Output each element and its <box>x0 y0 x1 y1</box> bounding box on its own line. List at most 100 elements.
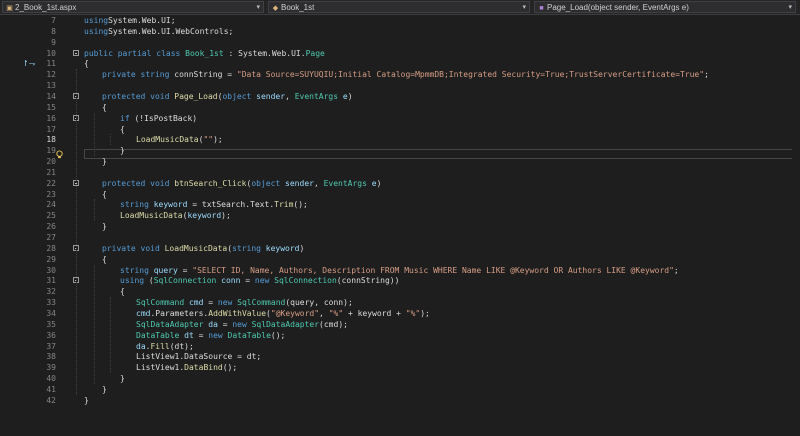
code-token: { <box>84 59 89 69</box>
code-token: = <box>217 319 233 329</box>
code-token: new <box>254 276 270 286</box>
line-number: 32 <box>46 287 56 297</box>
code-line[interactable]: protected void btnSearch_Click(object se… <box>102 178 381 189</box>
indent-guide <box>110 297 111 374</box>
line-number: 41 <box>46 384 56 394</box>
code-token: "@Keyword" <box>270 308 320 318</box>
code-token: string <box>232 243 261 253</box>
code-token: cmd <box>136 308 151 318</box>
indent-guide <box>94 112 95 157</box>
lightbulb-icon[interactable] <box>55 150 64 159</box>
code-editor[interactable]: ↾⇁ 7 8 9 10 11 12 13 14 15 16 17 18 19 20 21 22 23 24 25 26… <box>0 15 800 436</box>
line-number: 30 <box>46 265 56 275</box>
line-number: 10 <box>46 48 56 58</box>
code-token: object <box>251 178 281 188</box>
code-line[interactable]: usingSystem.Web.UI; <box>84 15 176 26</box>
code-token: } <box>102 157 107 167</box>
code-line[interactable]: cmd.Parameters.AddWithValue("@Keyword", … <box>136 308 430 319</box>
collapse-icon[interactable] <box>73 49 79 56</box>
code-line[interactable]: SqlDataAdapter da = new SqlDataAdapter(c… <box>136 319 348 330</box>
code-line[interactable]: { <box>102 254 107 265</box>
code-line[interactable]: string query = "SELECT ID, Name, Authors… <box>120 265 679 276</box>
line-number: 9 <box>51 37 56 47</box>
chevron-down-icon: ▾ <box>788 4 792 11</box>
code-token: ) <box>376 178 382 188</box>
code-token: } <box>120 146 125 156</box>
code-token: : System.Web.UI. <box>223 48 306 58</box>
code-line[interactable]: } <box>102 156 107 167</box>
code-token: , <box>319 308 329 318</box>
project-dropdown[interactable]: ▣ 2_Book_1st.aspx ▾ <box>2 1 264 13</box>
navigation-bar: ▣ 2_Book_1st.aspx ▾ ◆ Book_1st ▾ ■ Page_Loa… <box>0 0 800 15</box>
code-line[interactable]: { <box>84 58 89 69</box>
code-token: .Parameters. <box>150 308 209 318</box>
line-number: 17 <box>46 124 56 134</box>
code-token: } <box>120 374 125 384</box>
code-line[interactable]: } <box>120 145 125 156</box>
code-token: string <box>120 200 149 210</box>
code-token: { <box>102 102 107 112</box>
code-line[interactable]: { <box>102 189 107 200</box>
code-line[interactable]: } <box>102 384 107 395</box>
line-number: 36 <box>46 330 56 340</box>
line-number: 22 <box>46 178 56 188</box>
code-line[interactable]: public partial class Book_1st : System.W… <box>84 48 325 59</box>
file-icon: ▣ <box>6 5 13 12</box>
code-line[interactable]: DataTable dt = new DataTable(); <box>136 330 285 341</box>
line-number: 18 <box>46 135 56 145</box>
code-token: da <box>203 319 218 329</box>
chevron-down-icon: ▾ <box>522 4 526 11</box>
line-number: 27 <box>46 233 56 242</box>
member-dropdown[interactable]: ■ Page_Load(object sender, EventArgs e) ▾ <box>534 1 796 13</box>
code-line[interactable]: } <box>120 373 125 384</box>
code-token: ListView1.DataSource = dt; <box>136 352 262 362</box>
code-line[interactable]: private string connString = "Data Source… <box>102 69 709 80</box>
code-token: dt <box>179 330 194 340</box>
code-line[interactable]: { <box>120 286 125 297</box>
code-token: SqlCommand <box>136 298 185 308</box>
member-label: Page_Load(object sender, EventArgs e) <box>547 3 689 12</box>
code-line[interactable]: da.Fill(dt); <box>136 341 194 352</box>
code-token: SqlConnection <box>153 276 217 286</box>
code-line[interactable]: } <box>102 221 107 232</box>
code-line[interactable]: SqlCommand cmd = new SqlCommand(query, c… <box>136 297 353 308</box>
code-line[interactable]: { <box>102 102 107 113</box>
indicator-margin <box>0 15 22 436</box>
code-token: EventArgs <box>294 91 339 101</box>
code-token: (dt); <box>169 341 194 351</box>
indent-guide <box>94 199 95 222</box>
line-number: 42 <box>46 395 56 405</box>
code-line[interactable]: usingSystem.Web.UI.WebControls; <box>84 26 233 37</box>
code-line[interactable]: private void LoadMusicData(string keywor… <box>102 243 304 254</box>
line-number: 11 <box>46 59 56 69</box>
class-dropdown[interactable]: ◆ Book_1st ▾ <box>268 1 530 13</box>
code-line[interactable]: string keyword = txtSearch.Text.Trim(); <box>120 199 308 210</box>
code-line[interactable]: protected void Page_Load(object sender, … <box>102 91 353 102</box>
code-line[interactable]: if (!IsPostBack) <box>120 113 197 124</box>
code-token: ) <box>299 243 305 253</box>
method-icon: ■ <box>539 5 544 12</box>
code-line[interactable]: ListView1.DataBind(); <box>136 362 237 373</box>
code-token: , <box>313 178 324 188</box>
code-line[interactable]: ListView1.DataSource = dt; <box>136 351 261 362</box>
code-token: ); <box>213 135 223 145</box>
code-token: sender <box>251 91 286 101</box>
code-line[interactable]: } <box>84 395 89 406</box>
code-line[interactable]: LoadMusicData(""); <box>136 134 223 145</box>
code-token: using <box>84 16 109 25</box>
line-number: 38 <box>46 352 56 362</box>
code-line[interactable]: LoadMusicData(keyword); <box>120 210 231 221</box>
code-token: e <box>338 91 348 101</box>
line-number: 33 <box>46 298 56 308</box>
code-line[interactable]: using (SqlConnection conn = new SqlConne… <box>120 275 399 286</box>
line-number: 35 <box>46 319 56 329</box>
code-token: sender <box>280 178 314 188</box>
code-token: btnSearch_Click <box>169 178 247 188</box>
vertical-scrollbar[interactable] <box>792 15 800 436</box>
code-token: ; <box>704 70 709 80</box>
code-token: Page <box>305 48 325 58</box>
line-number: 40 <box>46 374 56 384</box>
code-line[interactable]: { <box>120 124 125 135</box>
line-number: 29 <box>46 254 56 264</box>
line-number: 16 <box>46 113 56 123</box>
